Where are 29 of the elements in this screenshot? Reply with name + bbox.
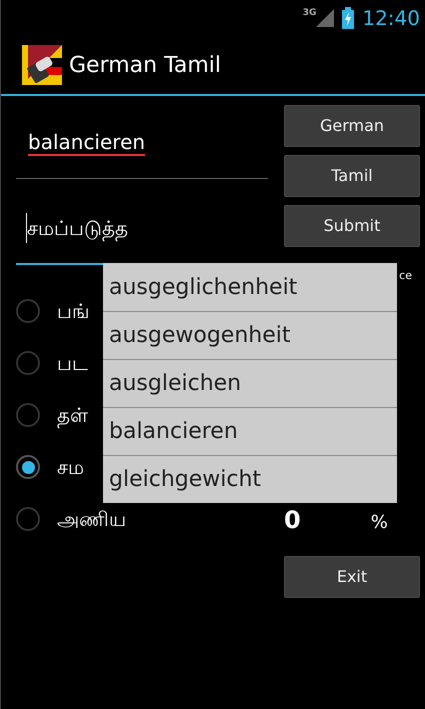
option-label: பட	[57, 350, 88, 377]
option-label: பங்	[57, 298, 90, 325]
suggestion-item[interactable]: ausgeglichenheit	[103, 263, 397, 311]
suggestion-item[interactable]: balancieren	[103, 407, 397, 455]
option-label: அணிய	[57, 506, 126, 533]
score-value: 0	[284, 508, 301, 532]
radio-button[interactable]	[16, 351, 40, 375]
signal-icon	[316, 9, 334, 27]
score-caption: ce	[399, 268, 412, 284]
app-title: German Tamil	[69, 52, 222, 80]
app-flag-icon	[22, 45, 62, 85]
suggestion-item[interactable]: ausgewogenheit	[103, 311, 397, 359]
score-unit: %	[370, 514, 388, 532]
network-label: 3G	[302, 9, 316, 18]
suggestion-item[interactable]: gleichgewicht	[103, 455, 397, 503]
option-label: சம	[57, 454, 84, 481]
german-input-field[interactable]: balancieren	[16, 105, 268, 179]
exit-button[interactable]: Exit	[284, 556, 420, 598]
radio-button[interactable]	[16, 455, 40, 479]
action-button[interactable]: German	[284, 105, 420, 147]
clock-time: 12:40	[362, 8, 420, 28]
action-button[interactable]: Submit	[284, 205, 420, 247]
suggestion-item[interactable]: ausgleichen	[103, 359, 397, 407]
radio-button[interactable]	[16, 403, 40, 427]
radio-button[interactable]	[16, 507, 40, 531]
action-button[interactable]: Tamil	[284, 155, 420, 197]
battery-charging-icon	[342, 7, 354, 29]
option-label: தள்	[57, 402, 88, 430]
radio-button[interactable]	[16, 299, 40, 323]
